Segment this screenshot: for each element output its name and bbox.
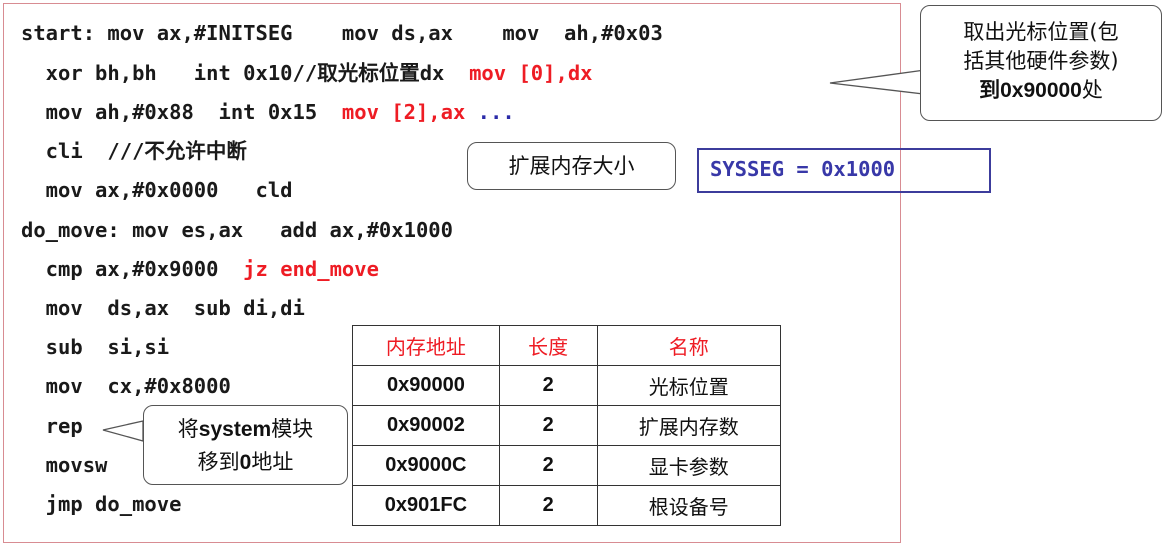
cell-name: 根设备号	[596, 485, 782, 526]
header-address: 内存地址	[352, 325, 500, 366]
cell-name: 扩展内存数	[596, 405, 782, 446]
table-row: 0x9000C 2 显卡参数	[352, 445, 782, 486]
cell-length: 2	[498, 405, 598, 446]
system-word: system	[198, 418, 272, 441]
ext-mem-callout: 扩展内存大小	[467, 142, 676, 190]
move-callout-tail	[102, 420, 144, 442]
zero-address: 0	[239, 451, 252, 474]
cursor-callout-line1: 取出光标位置(包	[963, 20, 1119, 44]
table-row: 0x90002 2 扩展内存数	[352, 405, 782, 446]
memory-table: 内存地址 长度 名称 0x90000 2 光标位置 0x90002 2 扩展内存…	[352, 325, 782, 526]
cell-address: 0x90000	[352, 365, 500, 406]
ext-mem-callout-text: 扩展内存大小	[508, 154, 635, 178]
cell-length: 2	[498, 485, 598, 526]
cell-address: 0x9000C	[352, 445, 500, 486]
table-row: 0x90000 2 光标位置	[352, 365, 782, 406]
system-move-callout: 将system模块 移到0地址	[143, 405, 348, 485]
header-name: 名称	[596, 325, 782, 366]
cursor-callout-line2: 括其他硬件参数)	[963, 49, 1119, 73]
cell-address: 0x901FC	[352, 485, 500, 526]
cell-address: 0x90002	[352, 405, 500, 446]
cursor-params-callout: 取出光标位置(包 括其他硬件参数) 到0x90000处	[920, 5, 1162, 121]
table-row: 0x901FC 2 根设备号	[352, 485, 782, 526]
cell-length: 2	[498, 445, 598, 486]
cell-name: 光标位置	[596, 365, 782, 406]
cursor-callout-suffix: 处	[1081, 78, 1103, 102]
cursor-callout-address: 到0x90000	[979, 79, 1082, 102]
cursor-callout-tail	[829, 69, 933, 96]
cell-name: 显卡参数	[596, 445, 782, 486]
cell-length: 2	[498, 365, 598, 406]
table-header-row: 内存地址 长度 名称	[352, 325, 782, 366]
header-length: 长度	[498, 325, 598, 366]
